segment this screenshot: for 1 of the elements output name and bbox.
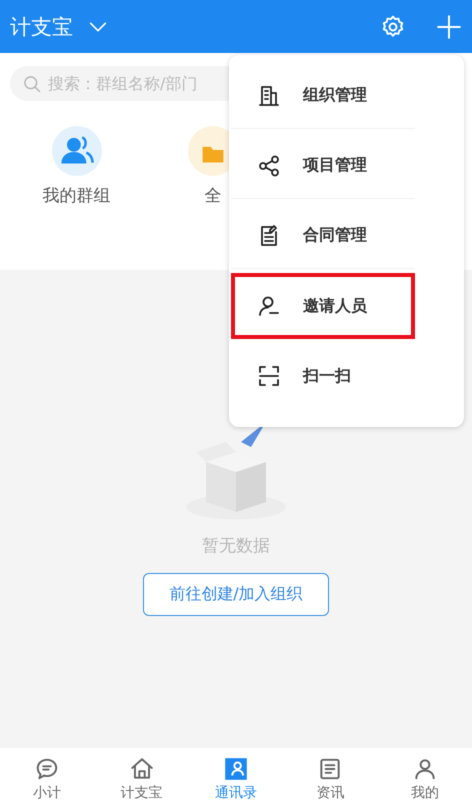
empty-message: 暂无数据: [202, 535, 270, 557]
